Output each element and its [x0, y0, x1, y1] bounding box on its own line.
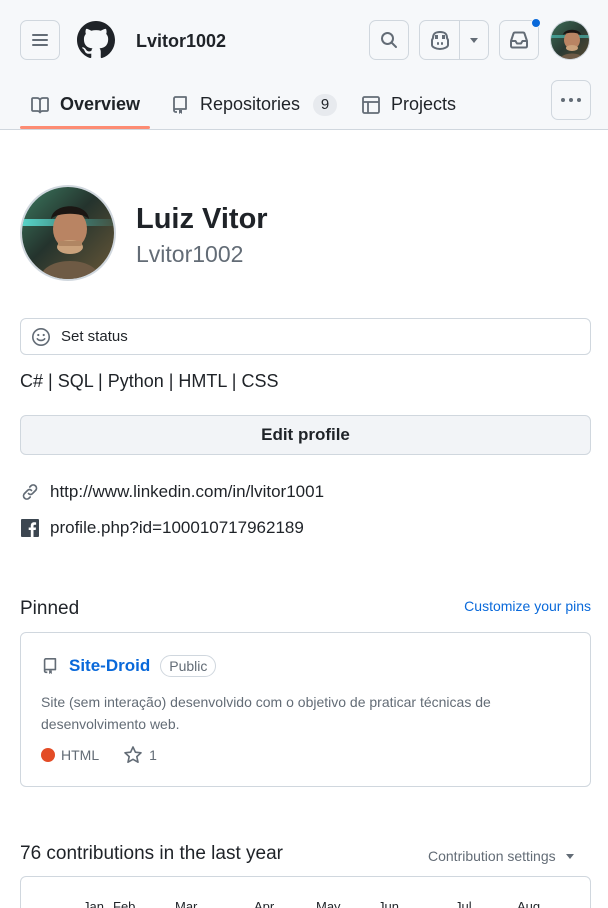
facebook-link-text: profile.php?id=100010717962189	[50, 518, 304, 537]
profile-link-linkedin[interactable]: http://www.linkedin.com/in/lvitor1001	[20, 482, 324, 502]
contribution-graph: Jan Feb Mar Apr May Jun Jul Aug	[20, 876, 591, 908]
copilot-button-group	[419, 20, 489, 60]
month-label: Mar	[175, 899, 198, 908]
profile-bio: C# | SQL | Python | HMTL | CSS	[20, 371, 279, 391]
star-icon	[124, 746, 142, 763]
profile-avatar[interactable]	[20, 185, 116, 281]
pinned-repo-card: Site-Droid Public Site (sem interação) d…	[20, 632, 591, 787]
smiley-icon	[31, 327, 51, 347]
pinned-section-title: Pinned	[20, 598, 80, 619]
month-label: Jul	[455, 899, 472, 908]
triangle-down-icon	[565, 854, 574, 859]
contribution-settings-dropdown[interactable]: Contribution settings	[428, 848, 576, 864]
tab-overview-label: Overview	[60, 94, 141, 114]
repo-star-count: 1	[149, 747, 157, 763]
profile-username: Lvitor1002	[136, 241, 244, 267]
language-color-dot	[41, 748, 55, 762]
notification-indicator	[531, 18, 541, 28]
month-label: Feb	[113, 899, 136, 908]
link-icon	[20, 482, 40, 502]
edit-profile-button[interactable]: Edit profile	[20, 415, 591, 455]
set-status-label: Set status	[61, 328, 128, 345]
month-label: May	[316, 899, 341, 908]
search-icon	[381, 32, 397, 48]
profile-tabs: Overview Repositories 9 Projects	[0, 80, 608, 130]
month-label: Jan	[83, 899, 104, 908]
avatar	[551, 21, 589, 59]
contributions-title: 76 contributions in the last year	[20, 843, 283, 864]
triangle-down-icon	[470, 38, 479, 43]
user-avatar-button[interactable]	[550, 20, 590, 60]
copilot-dropdown-button[interactable]	[460, 21, 488, 59]
tab-repositories-label: Repositories	[200, 94, 301, 114]
search-button[interactable]	[369, 20, 409, 60]
copilot-icon	[430, 31, 449, 50]
tab-repositories[interactable]: Repositories 9	[170, 80, 338, 129]
book-icon	[30, 95, 50, 115]
pinned-repo-meta: HTML 1	[41, 745, 157, 765]
copilot-button[interactable]	[420, 21, 461, 59]
avatar	[22, 187, 114, 279]
repositories-count-badge: 9	[313, 93, 338, 116]
repo-visibility-badge: Public	[160, 655, 217, 677]
month-label: Jun	[378, 899, 399, 908]
kebab-horizontal-icon	[561, 98, 581, 102]
more-options-button[interactable]	[551, 80, 591, 120]
linkedin-link-text: http://www.linkedin.com/in/lvitor1001	[50, 482, 325, 501]
customize-pins-link[interactable]: Customize your pins	[464, 598, 591, 614]
contribution-settings-label: Contribution settings	[428, 848, 556, 864]
header-username[interactable]: Lvitor1002	[136, 31, 226, 52]
tab-projects-label: Projects	[391, 94, 457, 114]
table-icon	[361, 95, 381, 115]
profile-full-name: Luiz Vitor	[136, 203, 268, 235]
contribution-months: Jan Feb Mar Apr May Jun Jul Aug	[21, 899, 590, 908]
facebook-icon	[20, 518, 40, 538]
selected-tab-indicator	[20, 126, 150, 129]
pinned-repo-name-link[interactable]: Site-Droid	[69, 656, 150, 676]
hamburger-icon	[32, 34, 48, 46]
pinned-repo-description: Site (sem interação) desenvolvido com o …	[41, 694, 491, 732]
github-logo-icon[interactable]	[77, 21, 115, 59]
tab-overview[interactable]: Overview	[30, 80, 140, 129]
app-header: Lvitor1002 Overview Repositories 9 Proje…	[0, 0, 608, 130]
repo-icon	[43, 657, 57, 675]
repo-language: HTML	[61, 747, 100, 763]
repo-stars-link[interactable]: 1	[123, 745, 157, 765]
pinned-repo-header: Site-Droid Public	[41, 655, 217, 677]
tab-projects[interactable]: Projects	[361, 80, 456, 129]
profile-link-facebook[interactable]: profile.php?id=100010717962189	[20, 518, 304, 538]
repo-icon	[170, 95, 190, 115]
menu-button[interactable]	[20, 20, 60, 60]
month-label: Apr	[254, 899, 275, 908]
inbox-icon	[510, 31, 528, 49]
set-status-button[interactable]: Set status	[20, 318, 591, 355]
month-label: Aug	[517, 899, 541, 908]
